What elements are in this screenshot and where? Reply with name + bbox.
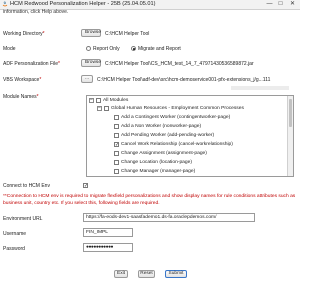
environment-url-input[interactable]: https://fa-eods-dev1-saasfademo1.ds-fa.o…: [83, 213, 255, 222]
vbs-workspace-label: VBS Workspace*: [3, 77, 42, 83]
module-checkbox[interactable]: [114, 115, 119, 120]
minimize-button[interactable]: —: [265, 0, 274, 9]
collapse-icon[interactable]: −: [89, 98, 94, 103]
mode-report-only-radio[interactable]: [86, 46, 91, 51]
adf-file-value: C:\HCM Helper Tool\CS_HCM_test_14_7_4797…: [105, 61, 254, 67]
tree-vertical-scrollbar[interactable]: [287, 96, 293, 176]
password-label: Password: [3, 246, 25, 252]
all-modules-label: All Modules: [103, 98, 129, 103]
collapse-icon[interactable]: −: [97, 106, 102, 111]
adf-file-browse-button[interactable]: Browse: [81, 59, 101, 67]
adf-file-label: ADF Personalization File*: [3, 61, 60, 67]
module-label: Add a Non Worker (nonworker-page): [121, 124, 202, 129]
working-directory-label: Working Directory*: [3, 31, 45, 37]
module-label: Change Location (location-page): [121, 160, 192, 165]
module-names-label: Module Names*: [3, 94, 39, 100]
vbs-workspace-scrollbar[interactable]: [231, 86, 289, 90]
mode-report-only-label: Report Only: [93, 46, 120, 52]
connect-hcm-env-checkbox[interactable]: ✓: [83, 183, 88, 189]
module-label: Change Manager (manager-page): [121, 169, 196, 174]
module-checkbox-checked[interactable]: ✓: [114, 142, 119, 148]
window-title: HCM Redwood Personalization Helper - 25B…: [10, 1, 156, 7]
group-label: Global Human Resources - Employment Comm…: [111, 106, 244, 111]
vbs-workspace-browse-button[interactable]: ...: [81, 75, 93, 83]
connection-note: **Connection to HCM env is required to m…: [3, 194, 296, 206]
info-text: information, click Help above.: [3, 9, 69, 15]
module-checkbox[interactable]: [114, 124, 119, 129]
mode-label: Mode: [3, 46, 16, 52]
submit-button[interactable]: Submit: [165, 270, 187, 278]
username-input[interactable]: FIN_IMPL: [83, 228, 133, 237]
working-directory-value: C:\HCM Helper Tool: [105, 31, 150, 37]
maximize-button[interactable]: ☐: [276, 0, 285, 9]
exit-button[interactable]: Exit: [114, 270, 128, 278]
connect-hcm-env-label: Connect to HCM Env: [3, 183, 50, 189]
password-input[interactable]: ●●●●●●●●●●●: [83, 243, 133, 252]
scrollbar-thumb[interactable]: [289, 99, 292, 127]
module-checkbox[interactable]: [114, 133, 119, 138]
module-label: Change Assignment (assignment-page): [121, 151, 207, 156]
module-tree[interactable]: − All Modules − Global Human Resources -…: [86, 95, 294, 177]
mode-migrate-and-report-radio[interactable]: [131, 46, 136, 51]
module-checkbox[interactable]: [114, 169, 119, 174]
module-label: Cancel Work Relationship (cancel-workrel…: [121, 142, 233, 147]
mode-migrate-and-report-label: Migrate and Report: [138, 46, 181, 52]
all-modules-checkbox[interactable]: [96, 98, 101, 103]
environment-url-label: Environment URL: [3, 216, 43, 222]
module-checkbox[interactable]: [114, 151, 119, 156]
close-button[interactable]: ✕: [288, 0, 297, 9]
working-directory-browse-button[interactable]: Browse: [81, 29, 101, 37]
username-label: Username: [3, 231, 27, 237]
module-label: Add a Contingent Worker (contingentworke…: [121, 115, 231, 120]
module-label: Add Pending Worker (add-pending-worker): [121, 133, 215, 138]
group-checkbox[interactable]: [104, 106, 109, 111]
reset-button[interactable]: Reset: [138, 270, 155, 278]
module-checkbox[interactable]: [114, 160, 119, 165]
java-app-icon: [2, 1, 8, 7]
vbs-workspace-value: C:\HCM Helper Tool\adf-dev\src\hcm-demos…: [97, 77, 271, 83]
app-window: HCM Redwood Personalization Helper - 25B…: [0, 0, 300, 284]
